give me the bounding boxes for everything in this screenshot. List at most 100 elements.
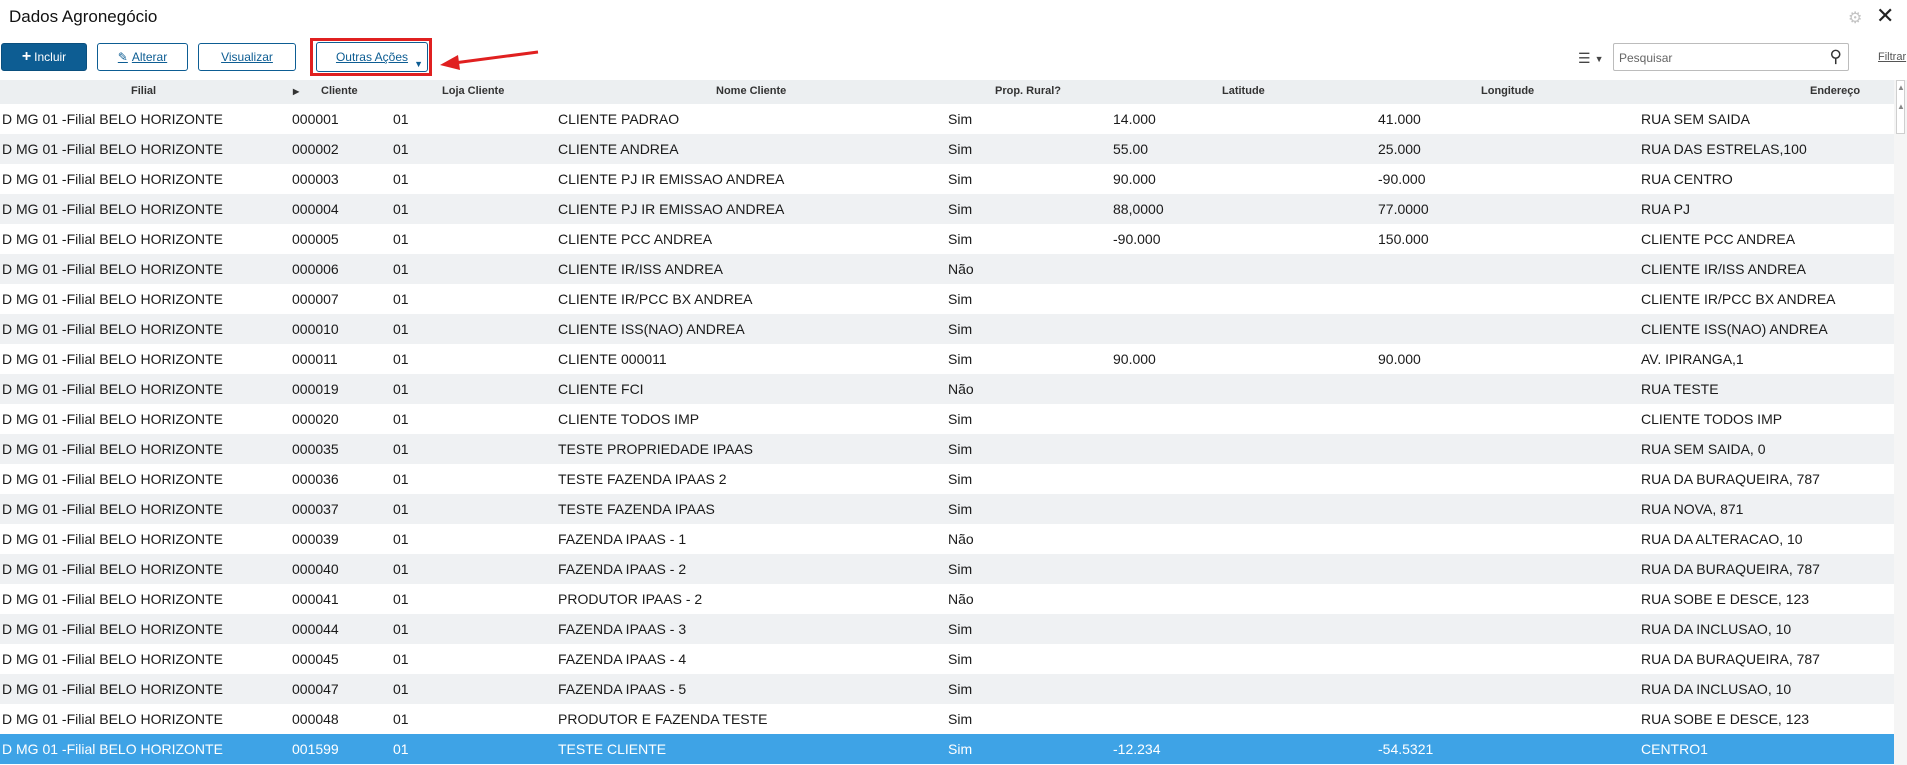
cell-cliente: 000010 [292,321,339,337]
cell-filial: D MG 01 -Filial BELO HORIZONTE [2,111,223,127]
alterar-button[interactable]: ✎ Alterar [97,43,188,71]
table-body: D MG 01 -Filial BELO HORIZONTE 000001 01 CL… [0,104,1894,764]
cell-end: RUA DA BURAQUEIRA, 787 [1641,471,1820,487]
cell-cliente: 000040 [292,561,339,577]
cell-loja: 01 [393,231,409,247]
cell-end: RUA SOBE E DESCE, 123 [1641,711,1810,727]
visualizar-button[interactable]: Visualizar [198,43,296,71]
table-row[interactable]: D MG 01 -Filial BELO HORIZONTE 000040 01 FA… [0,554,1894,584]
header-prop[interactable]: Prop. Rural? [995,85,1061,97]
table-row[interactable]: D MG 01 -Filial BELO HORIZONTE 000019 01 CL… [0,374,1894,404]
cell-end: RUA PJ [1641,201,1691,217]
cell-filial: D MG 01 -Filial BELO HORIZONTE [2,651,223,667]
incluir-label: Incluir [34,50,67,64]
cell-loja: 01 [393,291,409,307]
cell-prop: Sim [948,111,973,127]
header-end[interactable]: Endereço [1810,85,1860,97]
header-nome[interactable]: Nome Cliente [716,85,786,97]
table-row[interactable]: D MG 01 -Filial BELO HORIZONTE 000006 01 CL… [0,254,1894,284]
cell-end: CLIENTE IR/PCC BX ANDREA [1641,291,1836,307]
cell-cliente: 000003 [292,171,339,187]
cell-long: 41.000 [1378,111,1421,127]
cell-cliente: 000036 [292,471,339,487]
cell-filial: D MG 01 -Filial BELO HORIZONTE [2,681,223,697]
search-input[interactable] [1617,49,1816,67]
cell-end: RUA DA BURAQUEIRA, 787 [1641,651,1820,667]
table-row[interactable]: D MG 01 -Filial BELO HORIZONTE 000002 01 CL… [0,134,1894,164]
table-row[interactable]: D MG 01 -Filial BELO HORIZONTE 001599 01 TE… [0,734,1894,764]
cell-cliente: 000044 [292,621,339,637]
cell-loja: 01 [393,141,409,157]
cell-loja: 01 [393,201,409,217]
column-selector-button[interactable]: ☰ ▼ [1578,45,1612,72]
cell-cliente: 000041 [292,591,339,607]
cell-cliente: 000039 [292,531,339,547]
table-row[interactable]: D MG 01 -Filial BELO HORIZONTE 000011 01 CL… [0,344,1894,374]
table-row[interactable]: D MG 01 -Filial BELO HORIZONTE 000010 01 CL… [0,314,1894,344]
cell-lat: 14.000 [1113,111,1156,127]
table-row[interactable]: D MG 01 -Filial BELO HORIZONTE 000039 01 FA… [0,524,1894,554]
cell-end: RUA SOBE E DESCE, 123 [1641,591,1810,607]
cell-prop: Sim [948,231,973,247]
search-icon[interactable]: ⚲ [1830,47,1842,67]
header-cliente[interactable]: Cliente [321,85,358,97]
cell-nome: CLIENTE PADRAO [558,111,680,127]
cell-prop: Sim [948,171,973,187]
cell-end: RUA SEM SAIDA, 0 [1641,441,1766,457]
cell-prop: Sim [948,141,973,157]
table-row[interactable]: D MG 01 -Filial BELO HORIZONTE 000001 01 CL… [0,104,1894,134]
cell-loja: 01 [393,621,409,637]
cell-filial: D MG 01 -Filial BELO HORIZONTE [2,321,223,337]
cell-loja: 01 [393,321,409,337]
cell-cliente: 000045 [292,651,339,667]
table-row[interactable]: D MG 01 -Filial BELO HORIZONTE 000004 01 CL… [0,194,1894,224]
cell-end: RUA CENTRO [1641,171,1733,187]
table-row[interactable]: D MG 01 -Filial BELO HORIZONTE 000007 01 CL… [0,284,1894,314]
table-row[interactable]: D MG 01 -Filial BELO HORIZONTE 000041 01 PR… [0,584,1894,614]
cell-long: -54.5321 [1378,741,1434,757]
cell-prop: Sim [948,411,973,427]
cell-cliente: 000002 [292,141,339,157]
settings-gear-icon[interactable]: ⚙ [1848,8,1862,28]
cell-prop: Sim [948,441,973,457]
table-row[interactable]: D MG 01 -Filial BELO HORIZONTE 000047 01 FA… [0,674,1894,704]
highlight-annotation-box [310,38,432,76]
table-row[interactable]: D MG 01 -Filial BELO HORIZONTE 000045 01 FA… [0,644,1894,674]
cell-nome: FAZENDA IPAAS - 3 [558,621,687,637]
cell-end: CENTRO1 [1641,741,1708,757]
cell-nome: TESTE PROPRIEDADE IPAAS [558,441,754,457]
close-icon[interactable]: ✕ [1876,4,1894,28]
cell-lat: -12.234 [1113,741,1161,757]
cell-long: 77.0000 [1378,201,1429,217]
vertical-scrollbar[interactable]: ▲ ▲ [1894,80,1907,765]
scroll-up-icon[interactable]: ▲ [1897,102,1905,111]
table-row[interactable]: D MG 01 -Filial BELO HORIZONTE 000044 01 FA… [0,614,1894,644]
scroll-top-icon[interactable]: ▲ [1897,83,1905,92]
header-lat[interactable]: Latitude [1222,85,1265,97]
incluir-button[interactable]: + Incluir [1,43,87,71]
table-row[interactable]: D MG 01 -Filial BELO HORIZONTE 000005 01 CL… [0,224,1894,254]
cell-cliente: 000047 [292,681,339,697]
table-row[interactable]: D MG 01 -Filial BELO HORIZONTE 000020 01 CL… [0,404,1894,434]
cell-end: CLIENTE IR/ISS ANDREA [1641,261,1806,277]
title-bar: Dados Agronegócio ⚙ ✕ [0,0,1907,36]
filtrar-link[interactable]: Filtrar [1878,51,1906,63]
cell-nome: FAZENDA IPAAS - 2 [558,561,687,577]
header-loja[interactable]: Loja Cliente [442,85,504,97]
table-row[interactable]: D MG 01 -Filial BELO HORIZONTE 000048 01 PR… [0,704,1894,734]
window-title: Dados Agronegócio [9,7,158,26]
cell-lat: 88,0000 [1113,201,1164,217]
search-box[interactable]: ⚲ [1613,43,1849,71]
header-filial[interactable]: Filial [131,85,156,97]
cell-prop: Não [948,531,974,547]
table-row[interactable]: D MG 01 -Filial BELO HORIZONTE 000037 01 TE… [0,494,1894,524]
cell-filial: D MG 01 -Filial BELO HORIZONTE [2,201,223,217]
table-row[interactable]: D MG 01 -Filial BELO HORIZONTE 000003 01 CL… [0,164,1894,194]
header-long[interactable]: Longitude [1481,85,1534,97]
cell-end: RUA DA INCLUSAO, 10 [1641,681,1792,697]
cell-nome: CLIENTE PJ IR EMISSAO ANDREA [558,201,785,217]
table-row[interactable]: D MG 01 -Filial BELO HORIZONTE 000035 01 TE… [0,434,1894,464]
chevron-down-icon: ▼ [1594,53,1604,64]
table-row[interactable]: D MG 01 -Filial BELO HORIZONTE 000036 01 TE… [0,464,1894,494]
cell-nome: CLIENTE IR/ISS ANDREA [558,261,723,277]
